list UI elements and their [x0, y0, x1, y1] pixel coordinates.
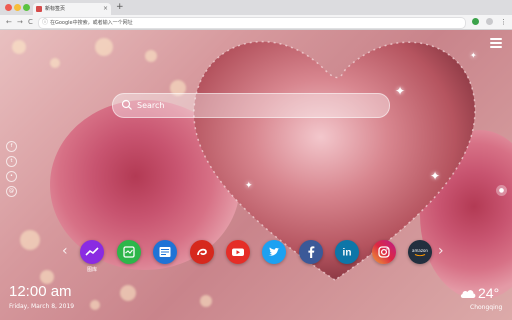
news-app-icon[interactable]	[153, 240, 177, 264]
svg-text:in: in	[343, 248, 352, 259]
amazon-icon-text: amazon	[412, 248, 428, 253]
forward-arrow-icon[interactable]: →	[17, 15, 23, 29]
amazon-icon[interactable]: amazon	[408, 240, 432, 264]
tab-close-icon[interactable]: ×	[103, 3, 108, 15]
bokeh-light	[20, 230, 40, 250]
sparkle: ✦	[470, 51, 477, 60]
minimize-window-button[interactable]	[14, 4, 21, 11]
info-icon: ⓘ	[42, 19, 49, 26]
profile-avatar[interactable]	[486, 18, 493, 25]
extension-icon[interactable]	[472, 18, 479, 25]
instagram-icon[interactable]	[372, 240, 396, 264]
search-bar[interactable]	[112, 93, 390, 118]
search-input[interactable]	[137, 94, 377, 117]
address-placeholder: 在Google中搜索，或者输入一个网址	[50, 20, 133, 26]
sparkle: ✦	[245, 181, 253, 191]
maximize-window-button[interactable]	[23, 4, 30, 11]
twitter-icon[interactable]: t	[6, 156, 17, 167]
facebook-icon[interactable]	[299, 240, 323, 264]
cloud-icon	[460, 290, 476, 298]
mail-icon[interactable]: @	[6, 186, 17, 197]
menu-icon[interactable]	[490, 38, 502, 48]
twitter-icon[interactable]	[262, 240, 286, 264]
linkedin-icon[interactable]: in	[335, 240, 359, 264]
clock-time: 12:00 am	[9, 283, 72, 300]
bokeh-light	[90, 300, 100, 310]
new-tab-button[interactable]: +	[116, 1, 124, 13]
more-menu-icon[interactable]: ⋮	[500, 15, 507, 29]
sparkle: ✦	[395, 84, 406, 98]
facebook-icon[interactable]: f	[6, 141, 17, 152]
clock-date: Friday, March 8, 2019	[9, 303, 75, 310]
bokeh-light	[120, 285, 136, 301]
bokeh-light	[50, 58, 60, 68]
weather-temperature: 24°	[478, 285, 500, 301]
back-arrow-icon[interactable]: ←	[6, 15, 12, 29]
red-swirl-app-icon[interactable]	[190, 240, 214, 264]
weather-city: Chongqing	[470, 304, 503, 311]
browser-window: 新标签页 × + ← → C ⓘ 在Google中搜索，或者输入一个网址 ⋮ ✦…	[0, 0, 512, 320]
bokeh-light	[95, 38, 113, 56]
browser-toolbar: ← → C ⓘ 在Google中搜索，或者输入一个网址 ⋮	[0, 15, 512, 30]
reload-icon[interactable]: C	[28, 15, 33, 29]
sparkle: ✦	[430, 169, 441, 183]
bokeh-light	[145, 50, 157, 62]
dock-prev-arrow[interactable]: ‹	[62, 243, 68, 259]
tab-title: 新标签页	[45, 6, 66, 12]
dock-next-arrow[interactable]: ›	[438, 243, 444, 259]
bokeh-light	[40, 270, 54, 284]
chart-app-icon[interactable]	[80, 240, 104, 264]
share-icon[interactable]: •	[6, 171, 17, 182]
close-window-button[interactable]	[5, 4, 12, 11]
search-icon	[121, 99, 132, 110]
wallpaper-icon[interactable]: ●	[496, 185, 507, 196]
bokeh-light	[12, 40, 26, 54]
youtube-icon[interactable]	[226, 240, 250, 264]
dock-label: 图库	[86, 267, 97, 273]
tab-new-tab[interactable]: 新标签页 ×	[33, 3, 111, 15]
green-app-icon[interactable]	[117, 240, 141, 264]
favicon-icon	[36, 6, 42, 12]
address-bar[interactable]: ⓘ 在Google中搜索，或者输入一个网址	[38, 17, 466, 29]
new-tab-page: ✦ ✦ ✦ ✦ f t • @ ● ‹ › 图库	[0, 30, 512, 320]
side-social-bar: f t • @	[6, 141, 17, 201]
tab-strip: 新标签页 × +	[0, 0, 512, 15]
